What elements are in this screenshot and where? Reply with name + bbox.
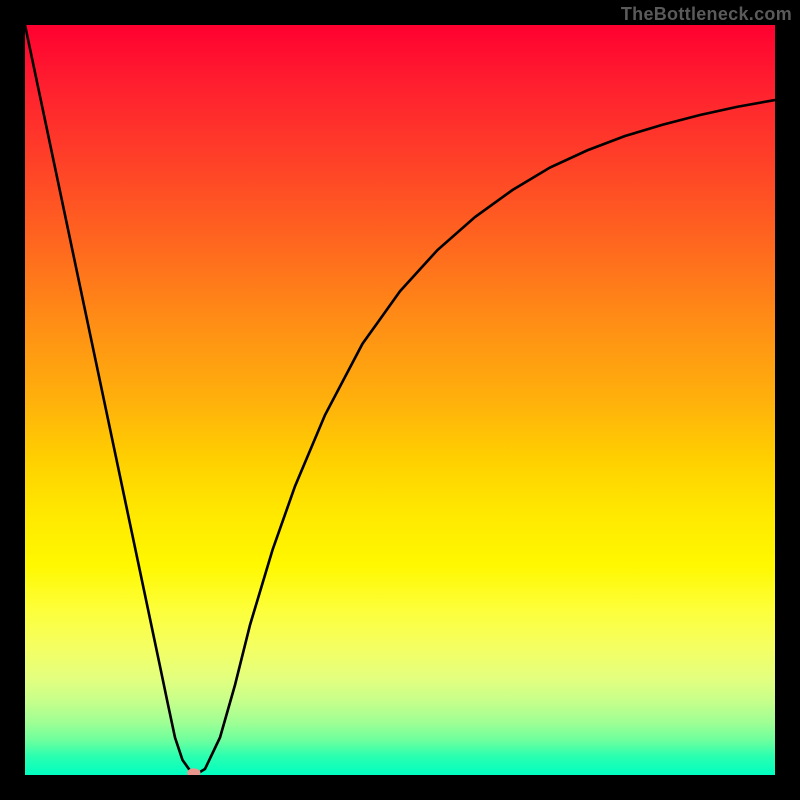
plot-area	[25, 25, 775, 775]
bottleneck-curve	[25, 25, 775, 774]
chart-stage: TheBottleneck.com	[0, 0, 800, 800]
watermark-text: TheBottleneck.com	[621, 4, 792, 25]
curve-svg	[25, 25, 775, 775]
